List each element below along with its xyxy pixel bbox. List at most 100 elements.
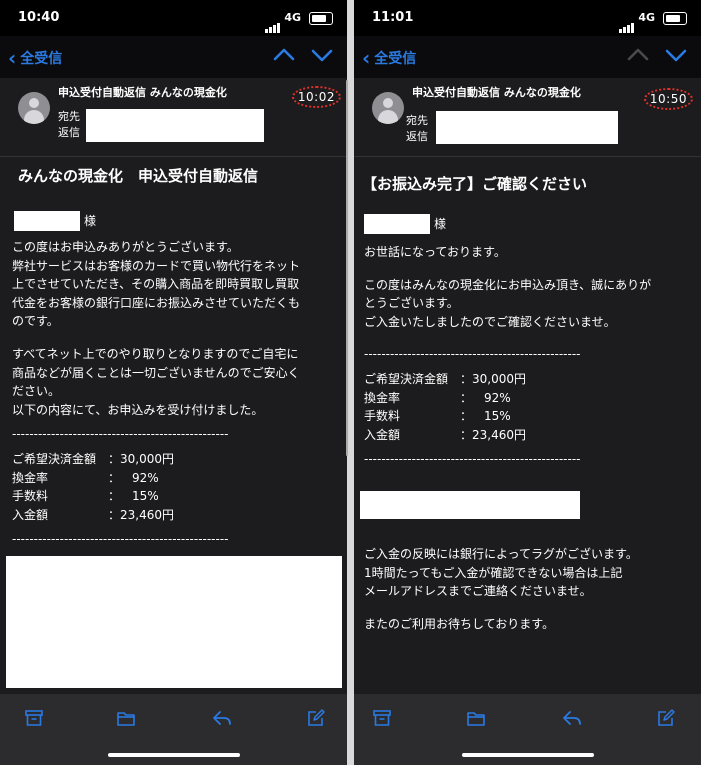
compose-icon[interactable] [306,708,326,728]
mail-body: 様 お世話になっております。 この度はみんなの現金化にお申込み頂き、誠にありが … [360,213,689,647]
signal-icon [265,14,281,33]
status-bar: 10:40 4G [0,0,347,36]
archive-icon[interactable] [24,708,44,728]
detail-sep: ： [108,507,121,522]
detail-value: 15% [472,409,511,424]
details-table: ご希望決済金額： 30,000円 換金率： 92% 手数料： 15% 入金額： 23… [364,370,689,444]
mail-header: 申込受付自動返信 みんなの現金化 宛先 返信 10:50 [354,78,701,157]
status-time: 11:01 [372,10,414,25]
chevron-down-icon[interactable] [663,42,689,68]
dashed-separator: ----------------------------------------… [364,347,581,362]
body-line: のです。 [12,314,59,329]
dashed-separator: ----------------------------------------… [12,532,229,547]
compose-icon[interactable] [656,708,676,728]
detail-row: 換金率 ： 92% [12,469,337,488]
closing: またのご利用お待ちしております。 [364,615,689,634]
nav-bar: ‹ 全受信 [354,36,701,78]
chevron-up-icon[interactable] [271,42,297,68]
body-line: ださい。 [12,384,61,399]
to-label: 宛先 [58,110,80,123]
redacted-name [364,214,430,234]
detail-row: 入金額 ： 23,460円 [12,506,337,525]
battery-icon [309,12,333,25]
body-line: お世話になっております。 [364,245,506,259]
network-type: 4G [284,11,301,24]
bottom-toolbar [354,694,701,765]
detail-sep: ： [108,489,121,504]
redacted-address [86,109,264,142]
detail-sep: ： [108,451,121,466]
detail-label: 手数料 [364,409,401,424]
detail-value: 92% [472,390,511,405]
detail-row: ご希望決済金額 ： 30,000円 [364,370,689,389]
bottom-toolbar [0,694,347,765]
reply-label: 返信 [58,126,80,139]
detail-sep: ： [460,409,473,424]
detail-label: ご希望決済金額 [364,371,449,386]
chevron-up-icon[interactable] [625,42,651,68]
detail-value: 92% [120,470,159,485]
folder-icon[interactable] [116,708,136,728]
sender-name[interactable]: 申込受付自動返信 みんなの現金化 [58,84,227,100]
detail-sep: ： [460,390,473,405]
detail-label: ご希望決済金額 [12,451,97,466]
detail-sep: ： [460,371,473,386]
reply-icon[interactable] [562,708,582,728]
body-line: この度はお申込みありがとうございます。 [12,240,239,254]
body-line: 代金をお客様の銀行口座にお振込みさせていただくも [12,295,301,310]
detail-value: 23,460円 [472,427,527,442]
signal-icon [619,14,635,33]
battery-icon [663,12,687,25]
paragraph-1: この度はみんなの現金化にお申込み頂き、誠にありが とうございます。 ご入金いたし… [364,276,689,332]
body-line: 商品などが届くことは一切ございませんのでご安心く [12,365,300,380]
home-indicator[interactable] [461,753,594,757]
back-button[interactable]: ‹ 全受信 [362,46,416,70]
detail-row: 入金額 ： 23,460円 [364,426,689,445]
redacted-spacer [360,475,689,545]
folder-icon[interactable] [466,708,486,728]
details-table: ご希望決済金額： 30,000円 換金率： 92% 手数料： 15% 入金額： 23… [12,450,337,524]
home-indicator[interactable] [107,753,240,757]
avatar [18,92,50,124]
redacted-block [6,556,342,688]
reply-label: 返信 [406,130,428,143]
greeting: お世話になっております。 [364,243,689,262]
body-line: 以下の内容にて、お申込みを受け付けました。 [12,402,264,417]
detail-value: 30,000円 [120,451,175,466]
status-bar: 11:01 4G [354,0,701,36]
redacted-line [360,490,580,519]
detail-row: 手数料 ： 15% [364,407,689,426]
status-time: 10:40 [18,10,60,25]
body-line: すべてネット上でのやり取りとなりますのでご自宅に [12,346,299,361]
mail-time: 10:50 [643,88,693,110]
to-label: 宛先 [406,114,428,127]
left-screenshot: 10:40 4G ‹ 全受信 申込受付自動返信 みんなの現金化 宛先 返信 10:… [0,0,347,765]
scrollbar[interactable] [346,80,348,456]
reply-icon[interactable] [212,708,232,728]
detail-label: 入金額 [12,507,49,522]
mail-subject: みんなの現金化 申込受付自動返信 [18,167,259,185]
chevron-left-icon: ‹ [8,46,17,70]
back-label: 全受信 [20,51,63,67]
paragraph-1: この度はお申込みありがとうございます。 弊社サービスはお客様のカードで買い物代行… [12,238,337,331]
honorific: 様 [434,217,447,231]
sender-name[interactable]: 申込受付自動返信 みんなの現金化 [412,84,581,100]
mail-body: 様 この度はお申込みありがとうございます。 弊社サービスはお客様のカードで買い物… [12,210,337,555]
body-line: とうございます。 [364,296,459,311]
archive-icon[interactable] [372,708,392,728]
back-button[interactable]: ‹ 全受信 [8,46,62,70]
honorific: 様 [84,214,97,228]
detail-label: 手数料 [12,489,49,504]
detail-sep: ： [460,427,473,442]
detail-label: 換金率 [12,470,49,485]
dashed-separator: ----------------------------------------… [12,427,229,442]
chevron-down-icon[interactable] [309,42,335,68]
body-line: ご入金の反映には銀行によってラグがございます。 [364,546,638,561]
body-line: メールアドレスまでご連絡くださいませ。 [364,584,592,599]
body-line: 上でさせていただき、その購入商品を即時買取し買取 [12,277,300,292]
chevron-left-icon: ‹ [362,46,371,70]
avatar [372,92,404,124]
detail-label: 換金率 [364,390,401,405]
mail-time: 10:02 [291,86,341,108]
nav-bar: ‹ 全受信 [0,36,347,78]
